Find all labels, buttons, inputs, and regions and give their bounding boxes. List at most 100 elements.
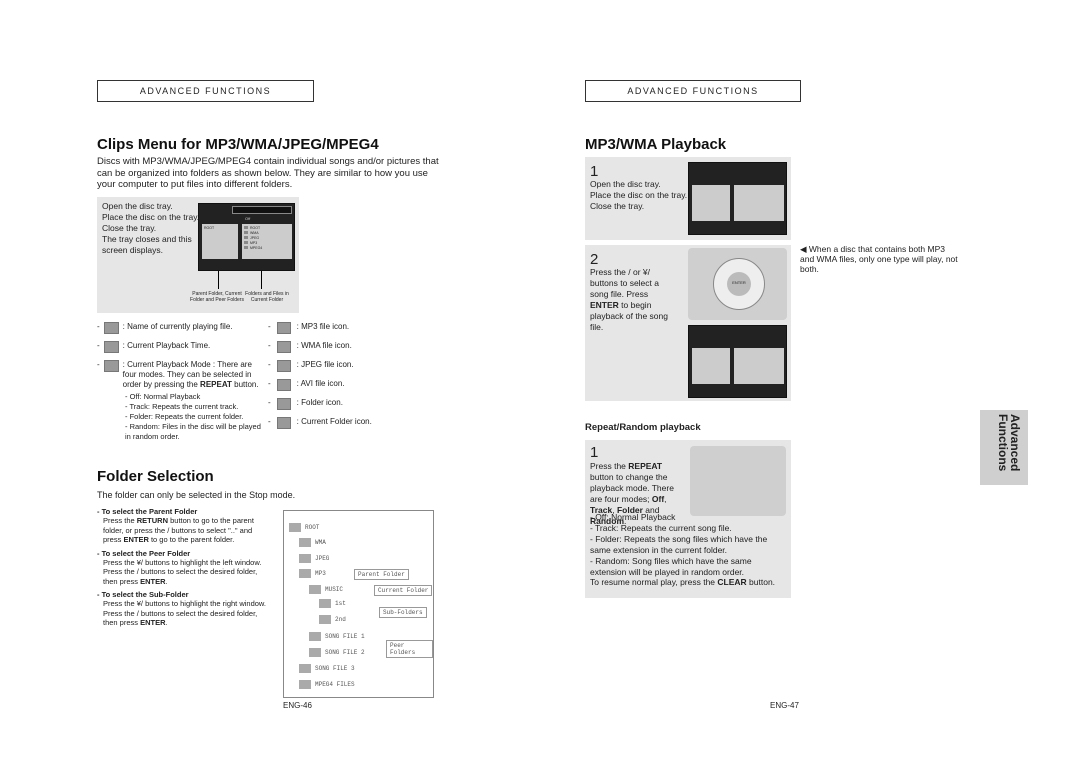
current-folder-icon <box>276 417 291 429</box>
legend-text: : Folder icon. <box>296 398 343 407</box>
intro-text: Discs with MP3/WMA/JPEG/MPEG4 contain in… <box>97 156 439 190</box>
jpeg-file-icon <box>276 360 291 372</box>
legend-right: -: MP3 file icon. -: WMA file icon. -: JPE… <box>268 322 398 436</box>
left-pane: ROOT <box>202 224 238 259</box>
folder-icon <box>289 523 301 532</box>
item-label: WMA <box>250 231 259 235</box>
remote-dpad-image: ENTER <box>688 248 787 320</box>
node-label: 2nd <box>335 616 346 623</box>
item-label: JPEG <box>250 236 260 240</box>
bullet: - <box>268 398 271 407</box>
instruction-line: screen displays. <box>102 245 163 255</box>
folder-tree-diagram: ROOT WMA JPEG MP3 MUSIC 1st 2nd SONG FILE 1 SONG… <box>283 510 434 698</box>
step-number: 1 <box>590 163 599 180</box>
tree-node: MUSIC <box>309 585 343 594</box>
legend-item: - : Name of currently playing file. <box>97 322 262 334</box>
folder-icon <box>319 615 331 624</box>
legend-text: : Current Playback Time. <box>122 341 211 350</box>
instruction-line: Open the disc tray. <box>102 201 173 211</box>
bullet: - <box>97 322 100 331</box>
menu-screen <box>688 162 787 235</box>
node-label: MPEG4 FILES <box>315 681 355 688</box>
node-label: MUSIC <box>325 586 344 593</box>
page-number: ENG-46 <box>283 701 312 710</box>
tree-label: Sub-Folders <box>379 607 427 618</box>
tree-node: SONG FILE 1 <box>309 632 365 641</box>
legend-text: : JPEG file icon. <box>296 360 354 369</box>
step-heading: - To select the Sub-Folder <box>97 590 189 599</box>
step-heading: - To select the Peer Folder <box>97 548 191 558</box>
node-label: SONG FILE 1 <box>325 633 365 640</box>
instruction-line: The tray closes and this <box>102 234 192 244</box>
step-2-text: Press the / or ¥/ buttons to select a so… <box>590 267 668 332</box>
instruction-line: Close the tray. <box>590 201 645 211</box>
node-label: JPEG <box>315 555 330 562</box>
bullet: - <box>268 360 271 369</box>
legend-item: - : JPEG file icon. <box>268 360 398 372</box>
repeat-modes: - Off: Normal Playback - Track: Repeats t… <box>590 512 790 578</box>
side-tab-line: Advanced <box>1008 414 1022 472</box>
repeat-title: Repeat/Random playback <box>585 422 701 433</box>
legend-text: : Name of currently playing file. <box>122 322 233 331</box>
tree-node: SONG FILE 2 <box>309 648 365 657</box>
folder-selection-title: Folder Selection <box>97 468 214 485</box>
step-heading: - To select the Parent Folder <box>97 507 198 516</box>
step-1-text: Open the disc tray. Place the disc on the… <box>590 179 687 212</box>
bullet: - <box>268 322 271 331</box>
legend-text: : Current Folder icon. <box>296 417 372 426</box>
legend-item: - : Folder icon. <box>268 398 398 410</box>
page-number: ENG-47 <box>770 701 799 710</box>
side-tab: Advanced Functions <box>980 410 1028 485</box>
mode-item: - Folder: Repeats the song files which h… <box>590 534 768 555</box>
folder-icon <box>244 226 248 229</box>
folder-icon <box>244 241 248 244</box>
tree-label: Peer Folders <box>386 640 433 658</box>
note-text: When a disc that contains both MP3 and W… <box>800 244 958 274</box>
step-body: Press the RETURN button to go to the par… <box>103 516 254 544</box>
folder-icon <box>299 538 311 547</box>
step-number: 1 <box>590 444 599 461</box>
right-pane: ROOT WMA JPEG MP3 MPEG4 <box>242 224 292 259</box>
wma-file-icon <box>276 341 291 353</box>
tree-label: Current Folder <box>374 585 433 596</box>
legend-left: - : Name of currently playing file. - : Cur… <box>97 322 262 442</box>
arrow-left-icon: ◀ <box>800 244 809 254</box>
legend-item: -: AVI file icon. <box>268 379 398 391</box>
mode-item: - Off: Normal Playback <box>125 392 201 401</box>
mode-item: - Folder: Repeats the current folder. <box>125 412 244 421</box>
note: ◀ When a disc that contains both MP3 and… <box>800 244 960 274</box>
modes-list: - Off: Normal Playback - Track: Repeats t… <box>125 392 262 442</box>
step-1-box: 1 Open the disc tray. Place the disc on t… <box>585 157 791 240</box>
legend-text: : WMA file icon. <box>296 341 352 350</box>
legend-item: -: Current Folder icon. <box>268 417 398 429</box>
node-label: SONG FILE 2 <box>325 649 365 656</box>
tree-node: SONG FILE 3 <box>299 664 355 673</box>
folder-icon <box>299 554 311 563</box>
folder-steps: - To select the Parent Folder Press the R… <box>97 507 267 632</box>
node-label: WMA <box>315 539 326 546</box>
folder-icon <box>244 246 248 249</box>
step-number: 2 <box>590 251 599 268</box>
folder-icon <box>244 236 248 239</box>
clock-icon <box>103 341 119 353</box>
folder-intro: The folder can only be selected in the S… <box>97 490 296 500</box>
instruction-line: Close the tray. <box>102 223 157 233</box>
mode-label: Off <box>245 216 251 221</box>
bullet: - <box>97 341 100 350</box>
speaker-icon <box>103 322 119 334</box>
tree-node: ROOT <box>289 523 319 532</box>
bullet: - <box>97 360 100 369</box>
section-header: Advanced Functions <box>585 80 801 102</box>
legend-item: -: MP3 file icon. <box>268 322 398 334</box>
bullet: - <box>268 341 271 350</box>
tree-node: WMA <box>299 538 326 547</box>
instruction-line: Place the disc on the tray. <box>590 190 688 200</box>
folder-icon <box>299 569 311 578</box>
playback-screen <box>688 325 787 398</box>
pane-item: ROOT <box>204 226 215 230</box>
side-tab-line: Functions <box>996 414 1010 472</box>
node-label: 1st <box>335 600 346 607</box>
folder-icon <box>276 398 291 410</box>
menu-screen: Off ROOT ROOT WMA JPEG MP3 MPEG4 <box>198 203 295 271</box>
enter-button: ENTER <box>727 272 751 296</box>
